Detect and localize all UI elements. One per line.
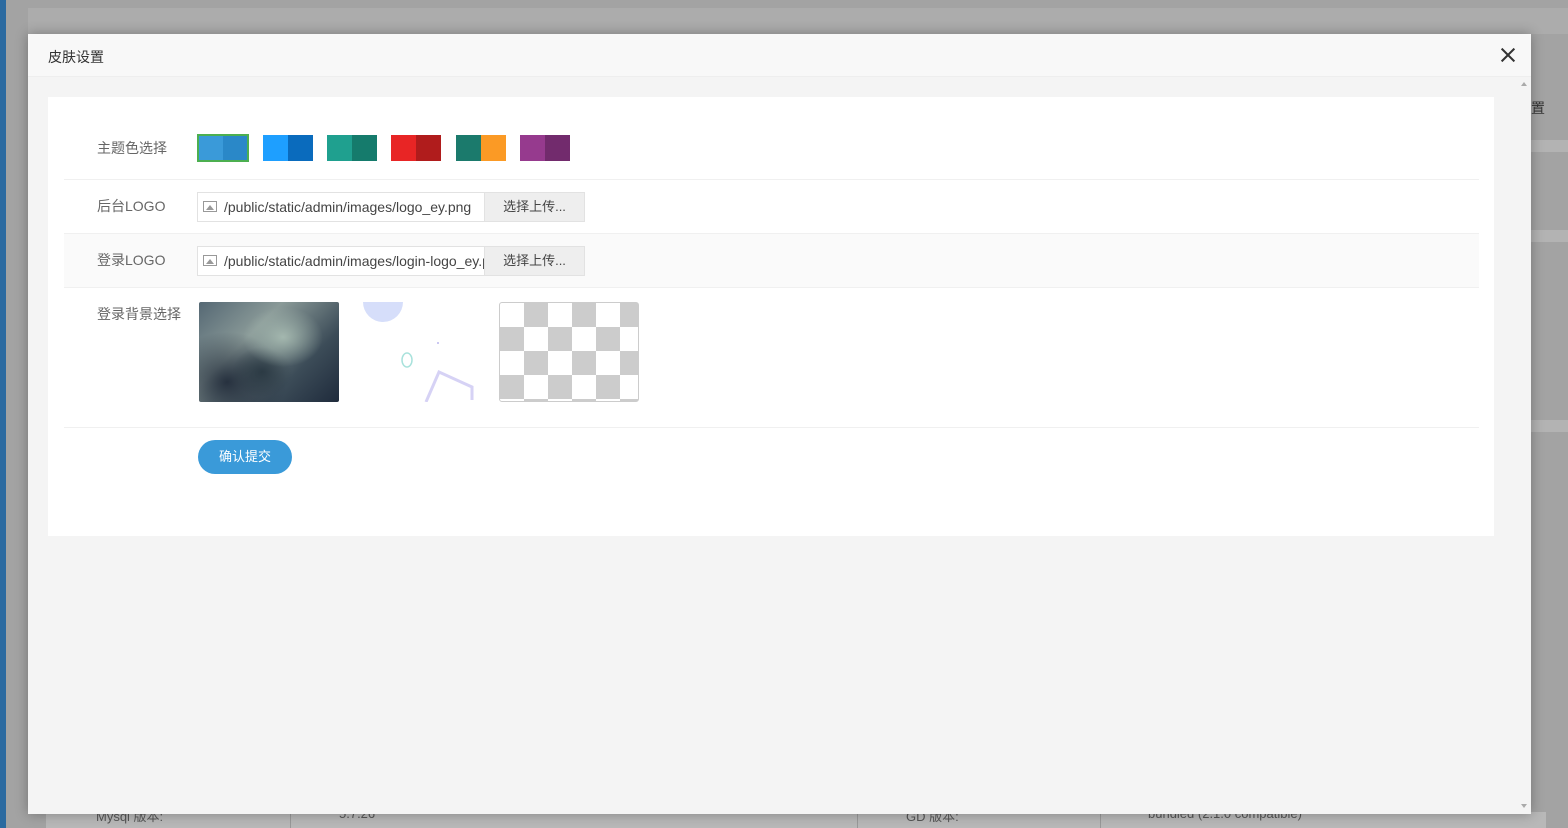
login-background-label: 登录背景选择 xyxy=(97,306,181,322)
theme-swatch-green-orange[interactable] xyxy=(456,135,506,161)
image-icon xyxy=(203,201,217,212)
admin-logo-label: 后台LOGO xyxy=(97,198,166,214)
login-background-option-shapes[interactable] xyxy=(359,302,499,402)
theme-swatch-teal[interactable] xyxy=(327,135,377,161)
scroll-down-arrow[interactable] xyxy=(1521,804,1527,808)
scroll-up-arrow[interactable] xyxy=(1521,82,1527,86)
swatch-primary xyxy=(391,135,416,161)
swatch-primary xyxy=(198,135,223,161)
background-menu-text: 置 xyxy=(1531,100,1545,116)
modal-header: 皮肤设置 xyxy=(28,34,1531,77)
admin-logo-path[interactable]: /public/static/admin/images/logo_ey.png xyxy=(224,199,486,215)
login-logo-upload-button[interactable]: 选择上传... xyxy=(484,247,584,275)
shape-ring xyxy=(401,352,413,368)
login-logo-file-input[interactable]: /public/static/admin/images/login-logo_e… xyxy=(197,246,585,276)
settings-form: 主题色选择 后台LOGO /public/static/admin/images… xyxy=(48,97,1494,536)
modal-title: 皮肤设置 xyxy=(48,49,104,65)
login-logo-path[interactable]: /public/static/admin/images/login-logo_e… xyxy=(224,253,486,269)
swatch-primary xyxy=(263,135,288,161)
background-column-divider xyxy=(290,812,291,828)
submit-button[interactable]: 确认提交 xyxy=(198,440,292,474)
geometric-shapes-image xyxy=(363,302,474,402)
image-icon xyxy=(203,255,217,266)
swatch-secondary xyxy=(223,135,248,161)
admin-logo-row: 后台LOGO /public/static/admin/images/logo_… xyxy=(64,180,1479,234)
shape-dot xyxy=(437,342,439,344)
theme-swatch-bright-blue[interactable] xyxy=(263,135,313,161)
swatch-primary xyxy=(520,135,545,161)
background-column-divider xyxy=(857,812,858,828)
theme-swatch-purple[interactable] xyxy=(520,135,570,161)
admin-logo-upload-button[interactable]: 选择上传... xyxy=(484,193,584,221)
background-header xyxy=(28,8,1568,34)
swatch-primary xyxy=(327,135,352,161)
swatch-secondary xyxy=(352,135,377,161)
background-divider xyxy=(1531,420,1568,432)
swatch-primary xyxy=(456,135,481,161)
close-icon[interactable] xyxy=(1499,46,1517,64)
login-background-row: 登录背景选择 xyxy=(64,288,1479,428)
login-background-option-blurred[interactable] xyxy=(199,302,339,402)
theme-swatch-red[interactable] xyxy=(391,135,441,161)
background-column-divider xyxy=(1100,812,1101,828)
shape-half-circle xyxy=(363,302,403,322)
background-info-row: Mysql 版本: 5.7.26 GD 版本: bundled (2.1.0 c… xyxy=(46,806,1546,828)
swatch-secondary xyxy=(545,135,570,161)
swatch-secondary xyxy=(416,135,441,161)
background-divider xyxy=(1531,230,1568,242)
background-sidebar xyxy=(0,0,6,828)
shape-triangle-outline xyxy=(424,370,474,402)
login-logo-label: 登录LOGO xyxy=(97,252,166,268)
theme-color-label: 主题色选择 xyxy=(97,140,167,156)
background-divider xyxy=(1531,140,1568,152)
theme-color-row: 主题色选择 xyxy=(64,97,1479,180)
login-logo-row: 登录LOGO /public/static/admin/images/login… xyxy=(64,234,1479,288)
skin-settings-modal: 皮肤设置 主题色选择 后台LOGO /public/static/admin/i… xyxy=(28,34,1531,814)
theme-swatch-blue[interactable] xyxy=(197,134,249,162)
swatch-secondary xyxy=(288,135,313,161)
admin-logo-file-input[interactable]: /public/static/admin/images/logo_ey.png … xyxy=(197,192,585,222)
swatch-secondary xyxy=(481,135,506,161)
login-background-option-transparent[interactable] xyxy=(499,302,639,402)
